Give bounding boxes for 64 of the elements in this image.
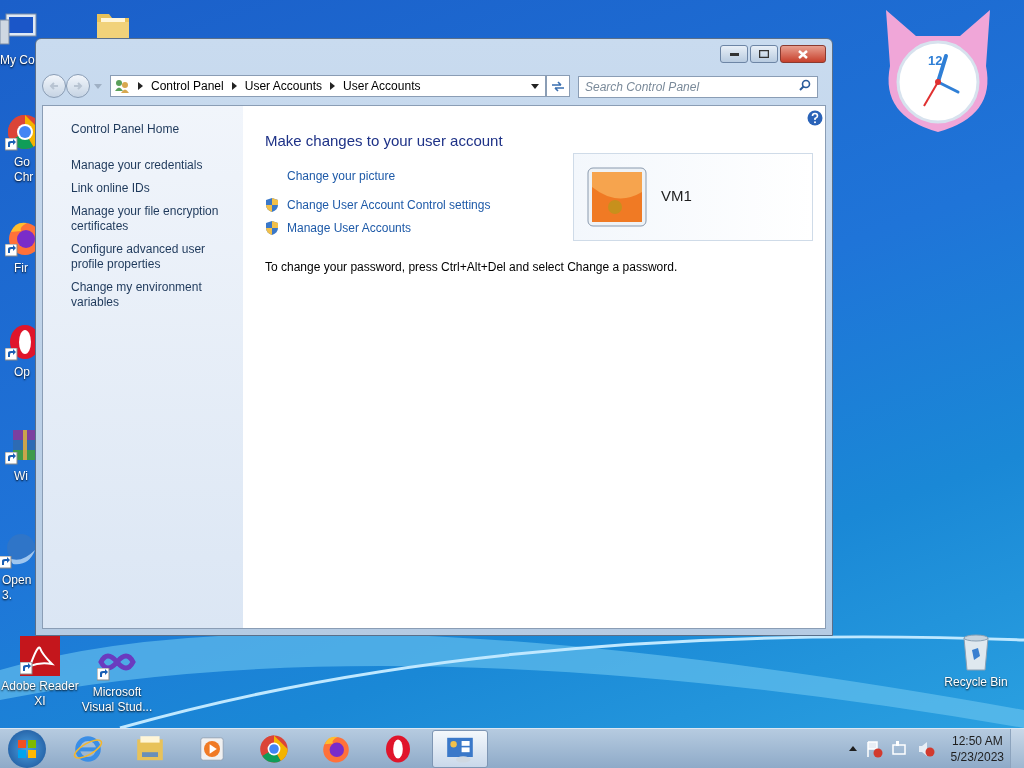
minimize-button[interactable] [720,45,748,63]
clock-time[interactable]: 12:50 AM [951,732,1003,749]
dropdown-caret-icon[interactable] [531,83,539,89]
task-link[interactable]: Change your picture [287,166,396,185]
sidebar-link[interactable]: Change my environment variables [71,280,233,310]
breadcrumb-item[interactable]: User Accounts [244,77,323,95]
address-bar[interactable]: Control Panel User Accounts User Accounts [110,75,546,97]
shield-icon [265,196,279,213]
task-link[interactable]: Change User Account Control settings [287,195,491,214]
sidebar-link[interactable]: Configure advanced user profile properties [71,242,233,272]
shortcut-arrow-icon [97,668,110,681]
desktop-icon-label[interactable]: Op [14,365,36,380]
account-name: VM1 [661,186,692,207]
sidebar-link[interactable]: Manage your file encryption certificates [71,204,233,234]
sidebar-link[interactable]: Manage your credentials [71,158,233,173]
chevron-icon[interactable] [330,82,336,90]
back-button[interactable] [42,74,66,98]
refresh-button[interactable] [546,75,570,97]
windows-logo-icon [18,739,36,758]
desktop-icon-label[interactable]: Adobe Reader XI [0,679,80,709]
search-icon [799,79,811,91]
shield-icon [265,219,279,236]
users-icon [114,78,130,94]
minimize-icon [729,52,739,56]
search-field[interactable]: Search Control Panel [578,76,818,98]
forward-arrow-icon [73,81,83,91]
network-icon[interactable] [890,739,909,758]
help-icon[interactable] [807,110,823,126]
maximize-icon [759,50,769,58]
desktop-icon-label[interactable]: Wi [14,469,36,484]
close-icon [798,49,808,59]
shortcut-arrow-icon [5,348,18,361]
back-arrow-icon [49,81,59,91]
taskbar-button[interactable] [432,729,488,768]
desktop-icon-label[interactable]: Go Chr [14,155,36,185]
desktop-icon-label[interactable]: My Co [0,53,36,68]
desktop-icon-label[interactable]: Microsoft Visual Stud... [78,685,156,715]
sidebar-link[interactable]: Control Panel Home [71,122,233,137]
breadcrumb-item[interactable]: User Accounts [343,77,421,95]
chevron-icon[interactable] [138,82,143,90]
chevron-icon[interactable] [231,82,237,90]
maximize-button[interactable] [750,45,778,63]
close-button[interactable] [780,45,826,63]
desktop-icon-label[interactable]: Fir [14,261,36,276]
password-note: To change your password, press Ctrl+Alt+Del and select Change a password. [265,258,679,276]
sidebar-link[interactable]: Link online IDs [71,181,233,196]
breadcrumb-item[interactable]: Control Panel [151,77,224,95]
task-link[interactable]: Manage User Accounts [287,218,412,237]
clock-date[interactable]: 5/23/2023 [950,748,1004,765]
show-hidden-icons-icon[interactable] [848,746,857,751]
shortcut-arrow-icon [5,244,18,257]
shortcut-arrow-icon [20,662,33,675]
clock-numeral: 12 [928,52,943,70]
shortcut-arrow-icon [5,138,18,151]
page-heading: Make changes to your user account [265,131,504,151]
forward-button[interactable] [66,74,90,98]
application-icon [258,732,290,765]
start-button[interactable] [8,729,46,768]
desktop-icon-label[interactable]: Open 3. [2,573,36,603]
shortcut-arrow-icon [5,452,18,465]
speaker-icon[interactable] [916,739,935,758]
flag-icon[interactable] [864,739,883,758]
shortcut-arrow-icon [0,556,12,569]
refresh-icon [551,80,565,92]
